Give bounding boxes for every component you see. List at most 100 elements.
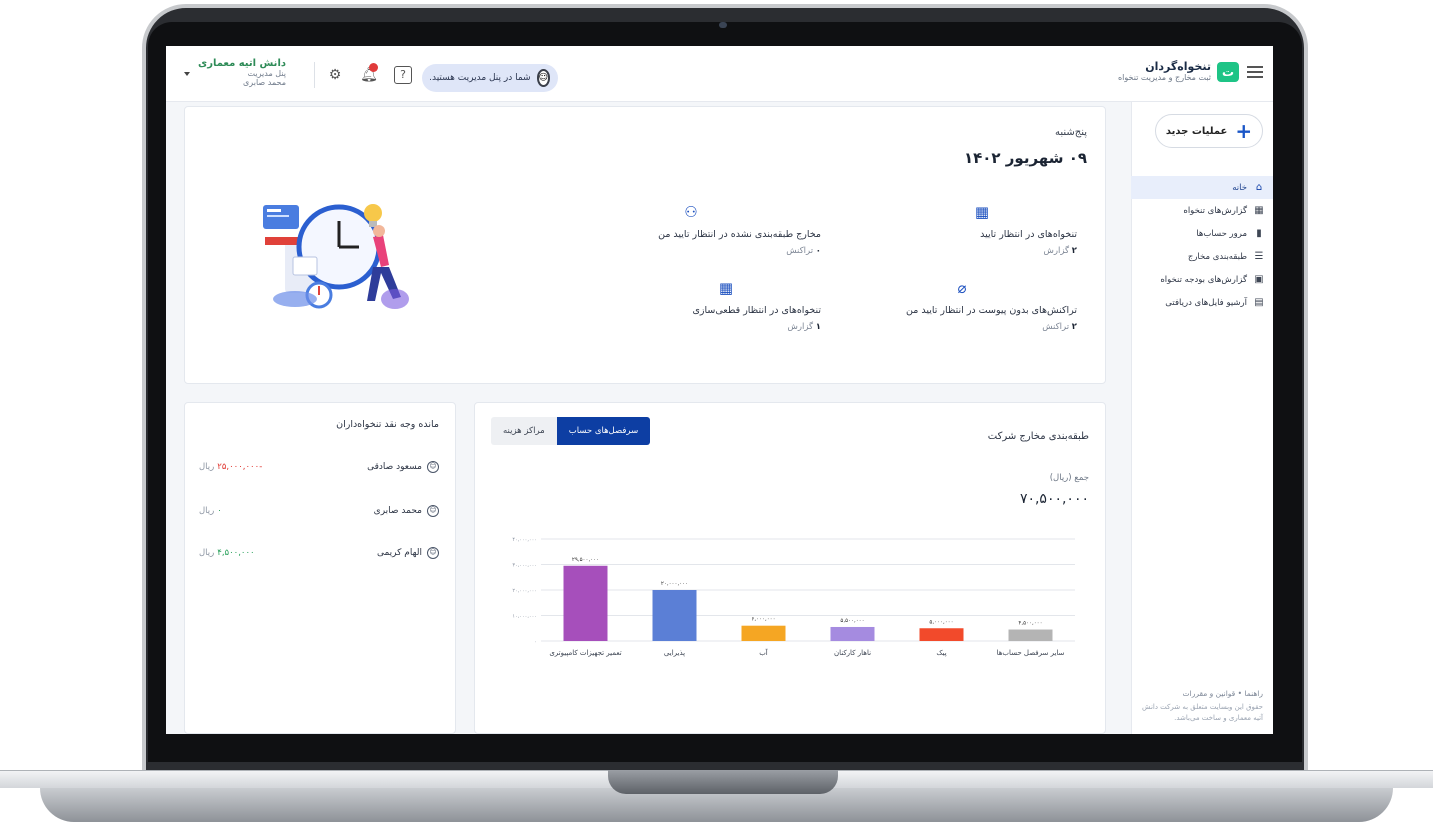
y-tick-label: ۳۰,۰۰۰,۰۰۰ [512, 563, 537, 569]
sidebar: + عملیات جدید ⌂ خانه ▦ گزارش‌های تنخواه … [1131, 102, 1273, 734]
expense-bar-chart: ۰ ۱۰,۰۰۰,۰۰۰ ۲۰,۰۰۰,۰۰۰ ۳۰,۰۰۰,۰۰۰ ۴۰,۰۰۰,۰۰… [512, 537, 1075, 657]
holder-name: ☺ الهام کریمی [377, 547, 439, 559]
balance-amount: ۴,۵۰۰,۰۰۰ [217, 548, 255, 558]
tab-cost-centers[interactable]: مراکز هزینه [491, 417, 557, 445]
x-tick-label: تعمیر تجهیزات کامپیوتری [549, 649, 621, 657]
sidebar-item-reports[interactable]: ▦ گزارش‌های تنخواه [1131, 199, 1273, 222]
day-name: پنج‌شنبه [1054, 127, 1087, 138]
list-icon: ☰ [1254, 250, 1264, 262]
notification-badge [369, 63, 378, 72]
sidebar-item-label: مرور حساب‌ها [1196, 228, 1247, 239]
user-icon: ☺ [427, 505, 439, 517]
holder-name-text: مسعود صادقی [367, 462, 422, 472]
expense-classification-card: طبقه‌بندی مخارج شرکت مراکز هزینه سرفصل‌ه… [474, 402, 1106, 734]
sum-label: جمع (ریال) [1049, 473, 1089, 483]
top-bar: ت تنخواه‌گردان ثبت مخارج و مدیریت تنخواه… [166, 46, 1273, 102]
sidebar-item-expense-classification[interactable]: ☰ طبقه‌بندی مخارج [1131, 245, 1273, 268]
user-icon: ☺ [427, 461, 439, 473]
clock-illustration [263, 204, 409, 309]
holder-name: ☺ مسعود صادقی [367, 461, 439, 473]
x-tick-label: سایر سرفصل حساب‌ها [997, 649, 1065, 657]
sidebar-footer: راهنما • قوانین و مقررات حقوق این وبسایت… [1139, 689, 1263, 724]
balance-amount: ۰ [217, 506, 222, 516]
gear-icon[interactable]: ⚙ [326, 66, 344, 84]
y-tick-label: ۴۰,۰۰۰,۰۰۰ [512, 537, 537, 543]
y-tick-label: ۰ [534, 639, 537, 645]
tab-account-headings[interactable]: سرفصل‌های حساب [556, 417, 651, 445]
admin-notice-pill: ☺ شما در پنل مدیریت هستید. [422, 64, 558, 92]
x-tick-label: ناهار کارکنان [834, 649, 871, 657]
currency-unit: ریال [199, 548, 215, 558]
y-tick-label: ۱۰,۰۰۰,۰۰۰ [512, 614, 537, 620]
finalize-reports-icon: ▦ [718, 279, 734, 297]
archive-icon: ▤ [1254, 296, 1264, 308]
stat-value: ۱ گزارش [787, 322, 822, 332]
chart-tabs: مراکز هزینه سرفصل‌های حساب [491, 417, 651, 445]
app-screen: ت تنخواه‌گردان ثبت مخارج و مدیریت تنخواه… [166, 46, 1273, 734]
admin-avatar-icon: ☺ [536, 69, 550, 87]
user-name: محمد صابری [243, 78, 286, 87]
user-role: پنل مدیریت [247, 69, 286, 78]
x-tick-label: آب [759, 648, 769, 657]
no-attachment-icon: ⌀ [957, 279, 967, 297]
bar [741, 625, 786, 641]
cash-balance-card: مانده وجه نقد تنخواه‌داران ☺ مسعود صادقی… [184, 402, 456, 734]
user-icon: ☺ [427, 547, 439, 559]
balance-amount: -۲۵,۰۰۰,۰۰۰ [217, 462, 263, 472]
sidebar-item-budget-reports[interactable]: ▣ گزارش‌های بودجه تنخواه [1131, 268, 1273, 291]
sidebar-item-label: گزارش‌های تنخواه [1183, 205, 1247, 216]
brand-subtitle: ثبت مخارج و مدیریت تنخواه [1117, 73, 1211, 82]
sum-value: ۷۰,۵۰۰,۰۰۰ [1019, 491, 1089, 507]
unclassified-expense-icon: ⚇ [684, 203, 698, 221]
stat-value: ۲ تراکنش [1042, 322, 1077, 332]
bar [1008, 629, 1053, 641]
x-tick-label: پذیرایی [664, 649, 685, 657]
current-date: ۰۹ شهریور ۱۴۰۲ [963, 149, 1087, 167]
dashboard-summary-card: پنج‌شنبه ۰۹ شهریور ۱۴۰۲ ▦ تنخواه‌های در … [184, 106, 1106, 384]
footer-links[interactable]: راهنما • قوانین و مقررات [1139, 689, 1263, 698]
budget-report-icon: ▣ [1254, 273, 1264, 285]
stat-unclassified-expenses[interactable]: ⚇ مخارج طبقه‌بندی نشده در انتظار تایید م… [561, 203, 821, 256]
new-operation-label: عملیات جدید [1165, 125, 1228, 137]
bar-chart-icon: ▮ [1256, 227, 1262, 239]
brand[interactable]: تنخواه‌گردان ثبت مخارج و مدیریت تنخواه [1118, 60, 1211, 82]
new-operation-button[interactable]: + عملیات جدید [1155, 114, 1263, 148]
company-switcher[interactable]: دانش آتیه معماری و سا... پنل مدیریت محمد… [194, 58, 286, 87]
sidebar-item-accounts[interactable]: ▮ مرور حساب‌ها [1131, 222, 1273, 245]
bar [919, 628, 964, 641]
bar-value-label: ۵,۰۰۰,۰۰۰ [929, 619, 953, 625]
divider [314, 62, 315, 88]
bar [830, 626, 875, 641]
sidebar-item-home[interactable]: ⌂ خانه [1131, 176, 1273, 199]
stat-pending-reports[interactable]: ▦ تنخواه‌های در انتظار تایید ۲ گزارش [887, 203, 1077, 256]
brand-logo[interactable]: ت [1217, 62, 1239, 82]
help-icon[interactable]: ? [394, 66, 412, 84]
admin-notice-text: شما در پنل مدیریت هستید. [429, 73, 531, 83]
sidebar-nav: ⌂ خانه ▦ گزارش‌های تنخواه ▮ مرور حساب‌ها… [1131, 176, 1273, 314]
stat-title: مخارج طبقه‌بندی نشده در انتظار تایید من [658, 229, 821, 240]
camera [719, 22, 727, 28]
chart-title: طبقه‌بندی مخارج شرکت [987, 431, 1089, 442]
y-tick-label: ۲۰,۰۰۰,۰۰۰ [512, 588, 537, 594]
company-name: دانش آتیه معماری و سا... [194, 58, 286, 69]
currency-unit: ریال [199, 506, 215, 516]
bar [563, 565, 608, 641]
holder-name-text: محمد صابری [373, 506, 422, 516]
hamburger-menu-icon[interactable] [1247, 66, 1263, 78]
bar-value-label: ۲۹,۵۰۰,۰۰۰ [572, 557, 599, 563]
laptop-base [0, 770, 1433, 824]
balance-row[interactable]: ☺ الهام کریمی ۴,۵۰۰,۰۰۰ریال [199, 545, 439, 561]
stat-no-attachment[interactable]: ⌀ تراکنش‌های بدون پیوست در انتظار تایید … [847, 279, 1077, 332]
balance-row[interactable]: ☺ مسعود صادقی -۲۵,۰۰۰,۰۰۰ریال [199, 459, 439, 475]
stat-value: ۰ تراکنش [786, 246, 821, 256]
stat-finalize-reports[interactable]: ▦ تنخواه‌های در انتظار قطعی‌سازی ۱ گزارش [631, 279, 821, 332]
sidebar-item-archive[interactable]: ▤ آرشیو فایل‌های دریافتی [1131, 291, 1273, 314]
chevron-down-icon[interactable] [184, 72, 190, 76]
holder-balance: ۴,۵۰۰,۰۰۰ریال [199, 548, 255, 558]
holder-balance: -۲۵,۰۰۰,۰۰۰ریال [199, 462, 262, 472]
copyright-text: حقوق این وبسایت متعلق به شرکت دانش آتیه … [1142, 703, 1263, 722]
pending-reports-icon: ▦ [974, 203, 990, 221]
sidebar-item-label: آرشیو فایل‌های دریافتی [1165, 297, 1247, 308]
balance-row[interactable]: ☺ محمد صابری ۰ریال [199, 503, 439, 519]
currency-unit: ریال [199, 462, 215, 472]
